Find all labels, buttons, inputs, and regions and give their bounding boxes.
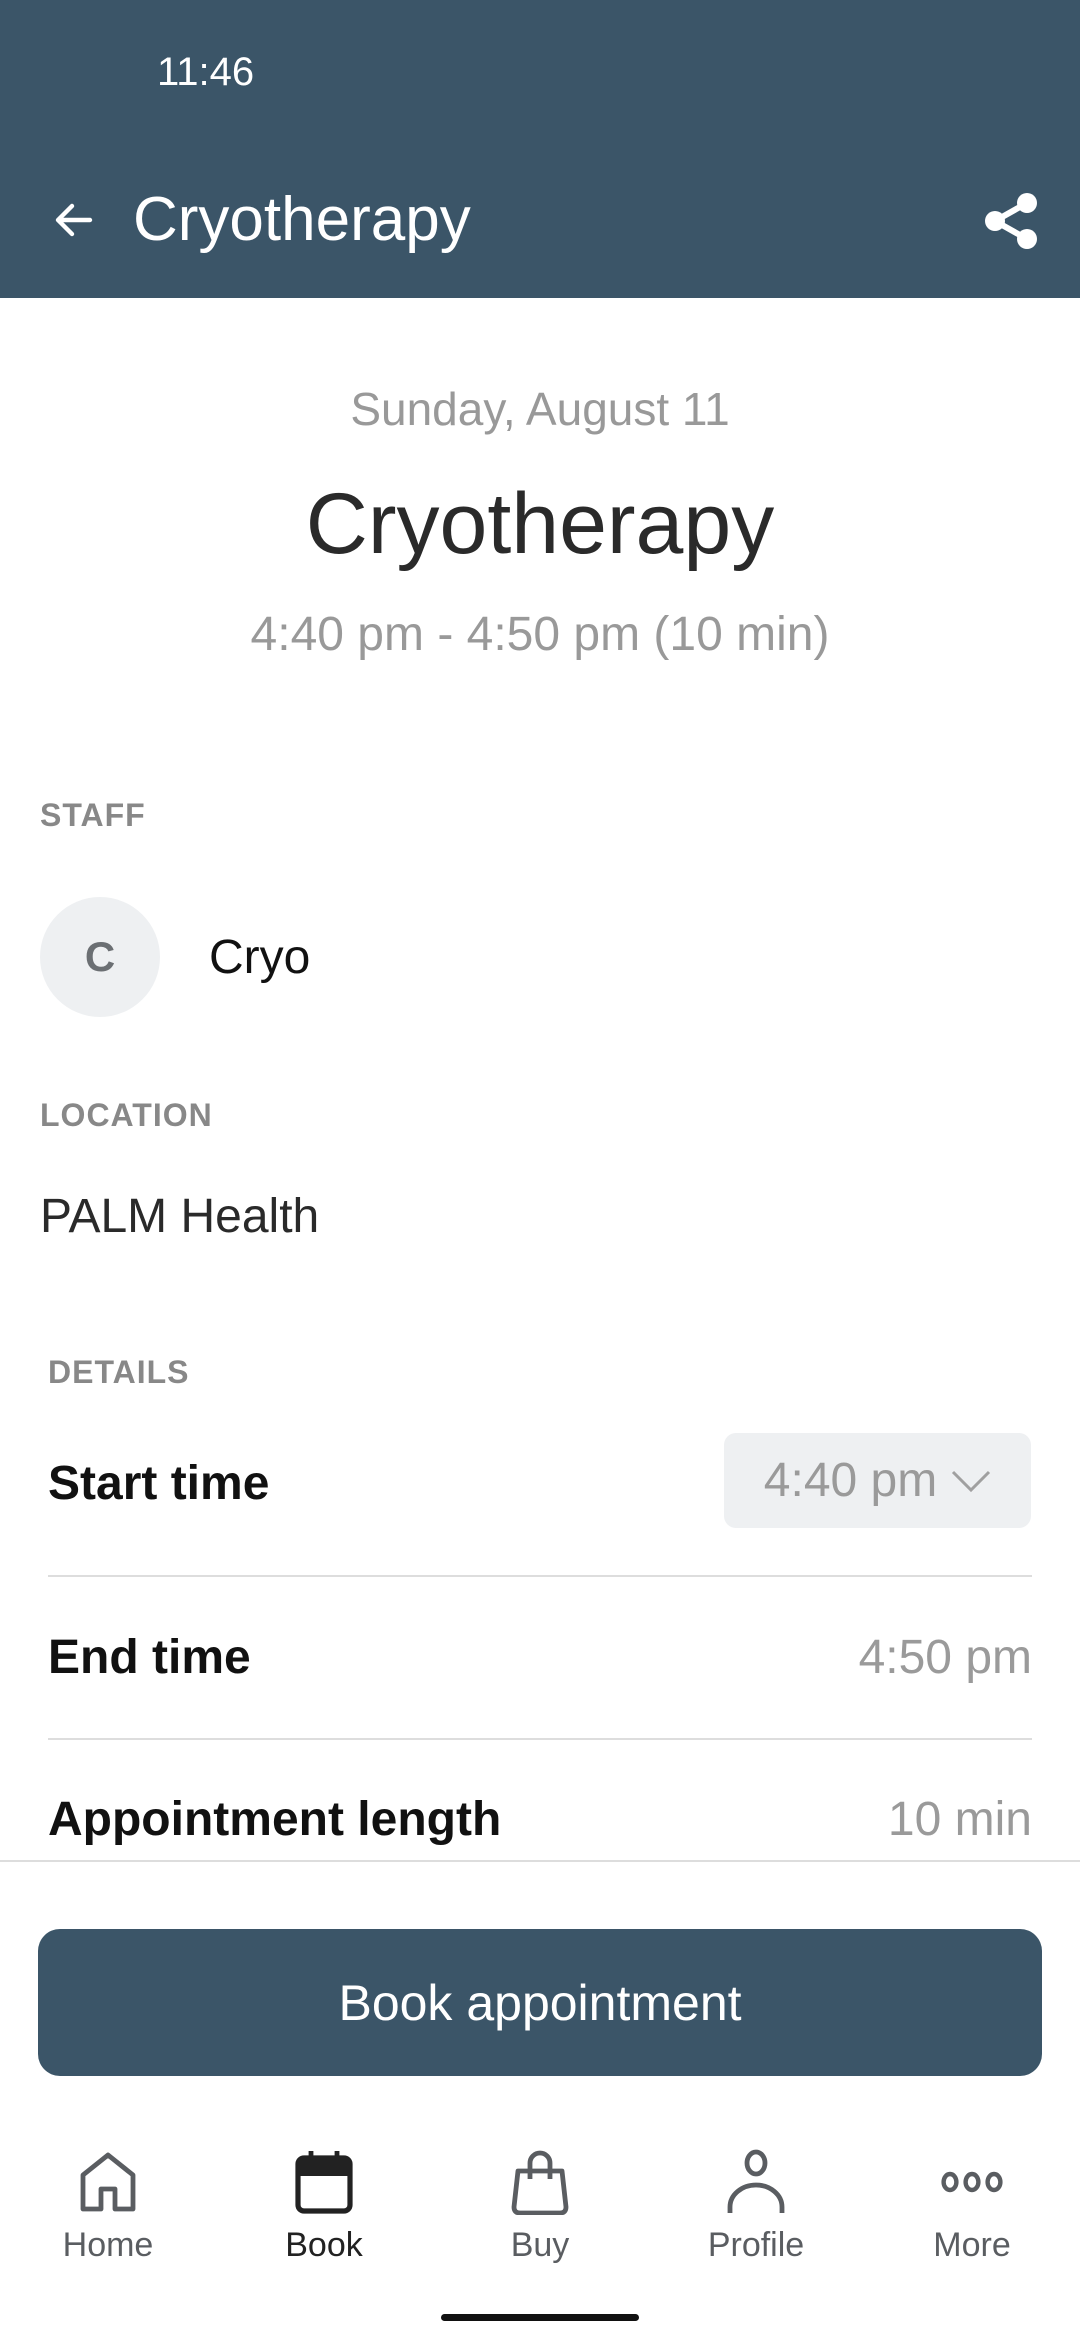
nav-item-book[interactable]: Book: [216, 2150, 432, 2290]
bottom-navigation: Home Book Buy Profile More: [0, 2149, 1080, 2290]
app-header: 11:46 Cryotherapy: [0, 0, 1080, 298]
location-section-label: LOCATION: [40, 1097, 213, 1133]
start-time-label: Start time: [48, 1457, 270, 1510]
arrow-left-icon: [55, 203, 93, 237]
footer-divider: [0, 1860, 1080, 1862]
appointment-date: Sunday, August 11: [350, 383, 730, 435]
start-time-select[interactable]: 4:40 pm: [724, 1433, 1031, 1528]
chevron-down-icon: [952, 1470, 991, 1492]
more-dots-icon: [941, 2171, 1003, 2193]
location-name: PALM Health: [40, 1190, 320, 1243]
divider: [48, 1738, 1032, 1740]
service-title: Cryotherapy: [305, 476, 775, 572]
home-indicator[interactable]: [441, 2314, 639, 2321]
appointment-length-label: Appointment length: [48, 1793, 502, 1846]
divider: [48, 1575, 1032, 1577]
nav-item-more[interactable]: More: [864, 2150, 1080, 2290]
header-title: Cryotherapy: [133, 185, 471, 254]
nav-item-buy[interactable]: Buy: [432, 2150, 648, 2290]
status-time: 11:46: [157, 50, 255, 94]
avatar: C: [40, 897, 160, 1017]
calendar-icon: [295, 2151, 353, 2214]
nav-item-profile[interactable]: Profile: [648, 2149, 864, 2290]
nav-label-profile: Profile: [707, 2226, 805, 2264]
nav-label-home: Home: [62, 2226, 154, 2264]
start-time-value: 4:40 pm: [763, 1454, 938, 1507]
end-time-value: 4:50 pm: [858, 1631, 1032, 1684]
details-section-label: DETAILS: [48, 1354, 190, 1390]
nav-label-book: Book: [285, 2226, 363, 2264]
time-range: 4:40 pm - 4:50 pm (10 min): [250, 608, 830, 661]
share-button[interactable]: [976, 186, 1046, 256]
staff-name: Cryo: [209, 931, 311, 984]
nav-label-buy: Buy: [510, 2226, 570, 2264]
staff-section-label: STAFF: [40, 797, 146, 833]
person-icon: [727, 2149, 785, 2213]
end-time-label: End time: [48, 1631, 251, 1684]
nav-label-more: More: [933, 2226, 1011, 2264]
share-icon: [985, 193, 1037, 249]
nav-item-home[interactable]: Home: [0, 2150, 216, 2290]
appointment-length-value: 10 min: [887, 1793, 1032, 1846]
home-icon: [80, 2152, 136, 2212]
back-button[interactable]: [40, 186, 108, 254]
book-appointment-button[interactable]: Book appointment: [38, 1929, 1042, 2076]
shopping-bag-icon: [511, 2150, 569, 2215]
